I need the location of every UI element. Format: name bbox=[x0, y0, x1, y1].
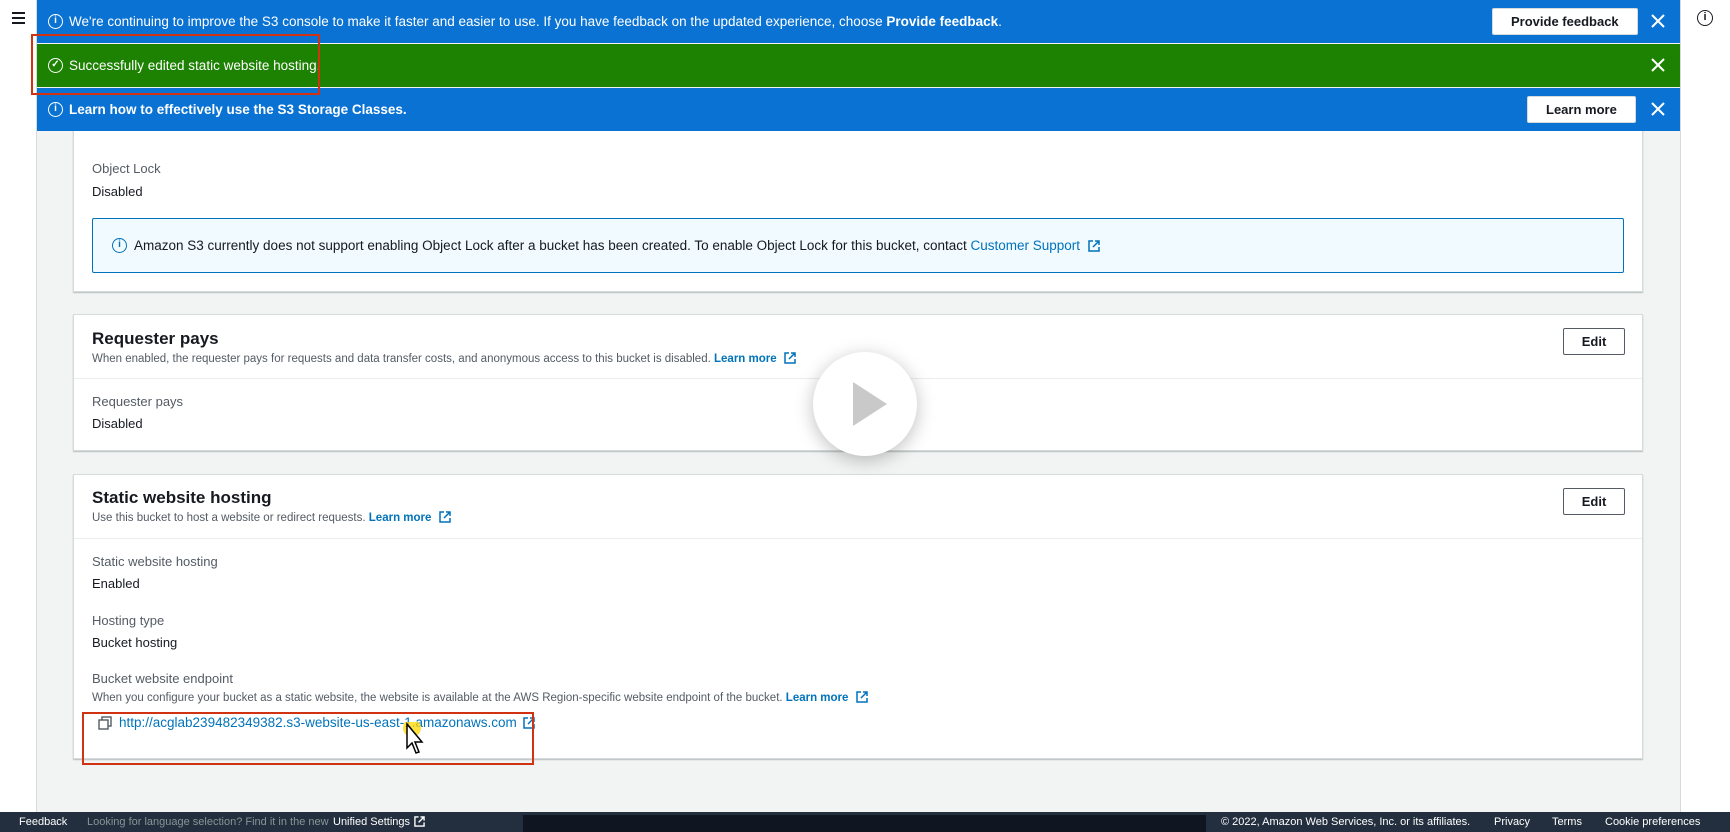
left-navigation-rail bbox=[0, 0, 37, 812]
hosting-type-value: Bucket hosting bbox=[92, 635, 178, 650]
endpoint-learn-more-link[interactable]: Learn more bbox=[786, 692, 849, 704]
footer-divider-bar bbox=[523, 815, 1206, 832]
footer-feedback-link[interactable]: Feedback bbox=[19, 816, 67, 828]
external-link-icon bbox=[1088, 240, 1100, 252]
footer-cookie-preferences-link[interactable]: Cookie preferences bbox=[1605, 816, 1700, 828]
unified-settings-link[interactable]: Unified Settings bbox=[333, 816, 425, 828]
close-icon[interactable] bbox=[1649, 100, 1667, 118]
external-link-icon bbox=[414, 816, 425, 827]
object-lock-label: Object Lock bbox=[92, 161, 161, 176]
play-icon bbox=[853, 382, 887, 426]
hosting-type-label: Hosting type bbox=[92, 613, 165, 628]
requester-pays-description: When enabled, the requester pays for req… bbox=[92, 352, 796, 365]
object-lock-info-alert: i Amazon S3 currently does not support e… bbox=[92, 218, 1624, 273]
static-hosting-edit-button[interactable]: Edit bbox=[1563, 488, 1625, 515]
info-icon: i bbox=[48, 102, 63, 117]
requester-pays-learn-more-link[interactable]: Learn more bbox=[714, 353, 777, 365]
check-circle-icon: ✓ bbox=[48, 58, 63, 73]
video-play-button[interactable] bbox=[813, 352, 917, 456]
static-hosting-title: Static website hosting bbox=[92, 488, 272, 507]
external-link-icon bbox=[784, 352, 796, 364]
requester-pays-title: Requester pays bbox=[92, 329, 219, 348]
footer-copyright: © 2022, Amazon Web Services, Inc. or its… bbox=[1221, 816, 1471, 828]
bucket-endpoint-description: When you configure your bucket as a stat… bbox=[92, 691, 868, 704]
static-hosting-description: Use this bucket to host a website or red… bbox=[92, 511, 451, 524]
learn-more-button[interactable]: Learn more bbox=[1527, 96, 1636, 123]
info-icon[interactable]: i bbox=[1697, 10, 1713, 26]
external-link-icon bbox=[438, 511, 451, 523]
right-tools-rail: i bbox=[1680, 0, 1730, 812]
provide-feedback-button[interactable]: Provide feedback bbox=[1492, 8, 1638, 35]
requester-pays-edit-button[interactable]: Edit bbox=[1563, 328, 1625, 355]
mouse-cursor-icon bbox=[403, 722, 424, 754]
static-hosting-value: Enabled bbox=[92, 576, 140, 591]
footer-terms-link[interactable]: Terms bbox=[1552, 816, 1582, 828]
static-website-hosting-panel: Static website hosting Use this bucket t… bbox=[73, 474, 1643, 759]
bucket-endpoint-label: Bucket website endpoint bbox=[92, 671, 233, 686]
success-flashbar: ✓ Successfully edited static website hos… bbox=[37, 44, 1680, 87]
close-icon[interactable] bbox=[1649, 56, 1667, 74]
customer-support-link[interactable]: Customer Support bbox=[971, 238, 1081, 253]
close-icon[interactable] bbox=[1649, 12, 1667, 30]
bucket-endpoint-row: http://acglab239482349382.s3-website-us-… bbox=[98, 715, 535, 730]
footer-privacy-link[interactable]: Privacy bbox=[1494, 816, 1530, 828]
static-hosting-label: Static website hosting bbox=[92, 554, 218, 569]
bucket-endpoint-link[interactable]: http://acglab239482349382.s3-website-us-… bbox=[119, 715, 517, 730]
feedback-flash-text: We're continuing to improve the S3 conso… bbox=[69, 14, 1002, 29]
footer-language-text: Looking for language selection? Find it … bbox=[87, 816, 329, 828]
requester-pays-value: Disabled bbox=[92, 416, 143, 431]
object-lock-alert-text: Amazon S3 currently does not support ena… bbox=[134, 238, 1100, 253]
static-hosting-learn-more-link[interactable]: Learn more bbox=[369, 512, 432, 524]
footer: Feedback Looking for language selection?… bbox=[0, 812, 1730, 832]
external-link-icon bbox=[523, 716, 535, 729]
s3-bucket-properties-page: i Object Lock Disabled i Amazon S3 curre… bbox=[0, 0, 1730, 832]
object-lock-value: Disabled bbox=[92, 184, 143, 199]
info-icon: i bbox=[112, 238, 127, 253]
success-flash-text: Successfully edited static website hosti… bbox=[69, 58, 321, 73]
info-icon: i bbox=[48, 14, 63, 29]
storage-classes-flashbar: i Learn how to effectively use the S3 St… bbox=[37, 88, 1680, 131]
storage-flash-text: Learn how to effectively use the S3 Stor… bbox=[69, 102, 407, 117]
menu-icon[interactable] bbox=[10, 9, 28, 27]
requester-pays-label: Requester pays bbox=[92, 394, 184, 409]
static-hosting-header: Static website hosting Use this bucket t… bbox=[74, 475, 1642, 539]
feedback-flashbar: i We're continuing to improve the S3 con… bbox=[37, 0, 1680, 43]
external-link-icon bbox=[855, 691, 868, 703]
copy-icon[interactable] bbox=[98, 715, 112, 730]
